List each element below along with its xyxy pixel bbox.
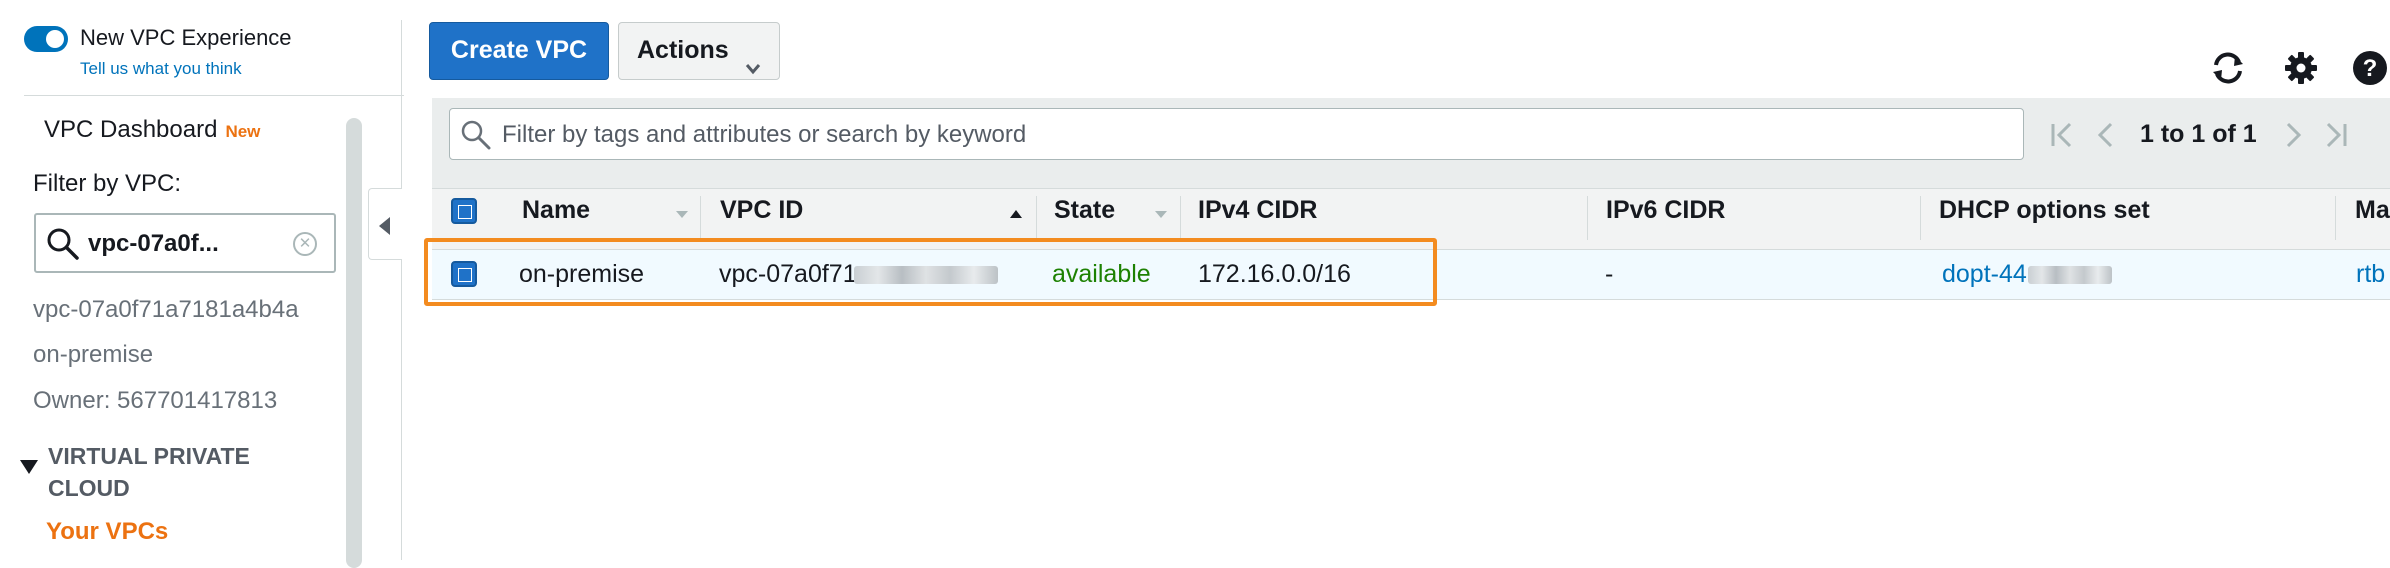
section-expand-icon[interactable] xyxy=(20,460,38,474)
clear-filter-icon[interactable]: ✕ xyxy=(293,232,317,256)
svg-text:?: ? xyxy=(2363,55,2378,82)
sidebar-scrollbar[interactable] xyxy=(346,118,362,568)
actions-button[interactable]: Actions xyxy=(618,22,780,80)
column-header-ipv6-cidr[interactable]: IPv6 CIDR xyxy=(1606,196,1725,225)
help-icon[interactable]: ? xyxy=(2350,48,2390,88)
refresh-icon[interactable] xyxy=(2208,48,2248,88)
column-separator xyxy=(2335,196,2336,240)
select-all-checkbox[interactable] xyxy=(451,198,477,224)
selected-vpc-owner: Owner: 567701417813 xyxy=(33,387,278,414)
column-separator xyxy=(1036,196,1037,240)
pagination-text: 1 to 1 of 1 xyxy=(2140,120,2257,148)
cell-ipv4-cidr: 172.16.0.0/16 xyxy=(1198,260,1351,288)
next-page-icon[interactable] xyxy=(2275,117,2311,153)
column-separator xyxy=(700,196,701,240)
search-icon xyxy=(46,227,80,266)
collapse-icon xyxy=(379,217,390,235)
new-experience-toggle[interactable] xyxy=(24,26,68,52)
last-page-icon[interactable] xyxy=(2318,117,2354,153)
actions-label: Actions xyxy=(637,36,729,64)
sort-icon[interactable] xyxy=(1154,206,1168,224)
column-header-state[interactable]: State xyxy=(1054,196,1115,225)
cell-main-route-table-link[interactable]: rtb xyxy=(2356,260,2385,289)
cell-vpc-id: vpc-07a0f71 xyxy=(719,260,857,288)
sidebar: New VPC Experience Tell us what you thin… xyxy=(0,0,404,568)
vpc-dashboard-label: VPC Dashboard xyxy=(44,116,218,143)
column-header-main-route-table[interactable]: Ma xyxy=(2355,196,2390,225)
feedback-link[interactable]: Tell us what you think xyxy=(80,59,242,79)
virtual-private-cloud-section[interactable]: VIRTUAL PRIVATE CLOUD xyxy=(48,440,288,504)
cell-dhcp-options-link[interactable]: dopt-44 xyxy=(1942,260,2027,289)
column-separator xyxy=(1587,196,1588,240)
chevron-down-icon xyxy=(744,41,762,95)
sidebar-item-your-vpcs[interactable]: Your VPCs xyxy=(46,518,168,546)
new-badge: New xyxy=(225,122,261,141)
selected-vpc-id: vpc-07a0f71a7181a4b4a xyxy=(33,296,299,323)
redacted-dhcp-id xyxy=(2028,266,2112,284)
sort-ascending-icon[interactable] xyxy=(1009,206,1023,224)
redacted-vpc-id xyxy=(854,266,998,284)
row-checkbox[interactable] xyxy=(451,261,477,287)
vpc-dashboard-link[interactable]: VPC Dashboard New xyxy=(44,116,260,144)
selected-vpc-name: on-premise xyxy=(33,341,154,368)
cell-state: available xyxy=(1052,260,1151,288)
new-experience-label: New VPC Experience xyxy=(80,25,292,50)
sidebar-divider xyxy=(401,20,402,560)
column-header-vpc-id[interactable]: VPC ID xyxy=(720,196,803,225)
search-box[interactable] xyxy=(449,108,2024,160)
first-page-icon[interactable] xyxy=(2044,117,2080,153)
column-separator xyxy=(1920,196,1921,240)
column-header-name[interactable]: Name xyxy=(522,196,590,225)
collapse-sidebar-button[interactable] xyxy=(368,188,402,260)
vpc-filter-select[interactable]: vpc-07a0f... ✕ xyxy=(34,213,336,273)
cell-ipv6-cidr: - xyxy=(1605,260,1614,288)
column-header-ipv4-cidr[interactable]: IPv4 CIDR xyxy=(1198,196,1317,225)
divider xyxy=(24,95,404,96)
sort-icon[interactable] xyxy=(675,206,689,224)
previous-page-icon[interactable] xyxy=(2088,117,2124,153)
vpc-filter-token: vpc-07a0f... xyxy=(88,230,219,257)
search-icon xyxy=(460,119,492,156)
filter-by-vpc-label: Filter by VPC: xyxy=(33,170,182,197)
create-vpc-button[interactable]: Create VPC xyxy=(429,22,609,80)
column-header-dhcp-options[interactable]: DHCP options set xyxy=(1939,196,2150,225)
gear-icon[interactable] xyxy=(2281,48,2321,88)
search-input[interactable] xyxy=(500,117,2004,153)
cell-name: on-premise xyxy=(519,260,645,288)
column-separator xyxy=(1180,196,1181,240)
